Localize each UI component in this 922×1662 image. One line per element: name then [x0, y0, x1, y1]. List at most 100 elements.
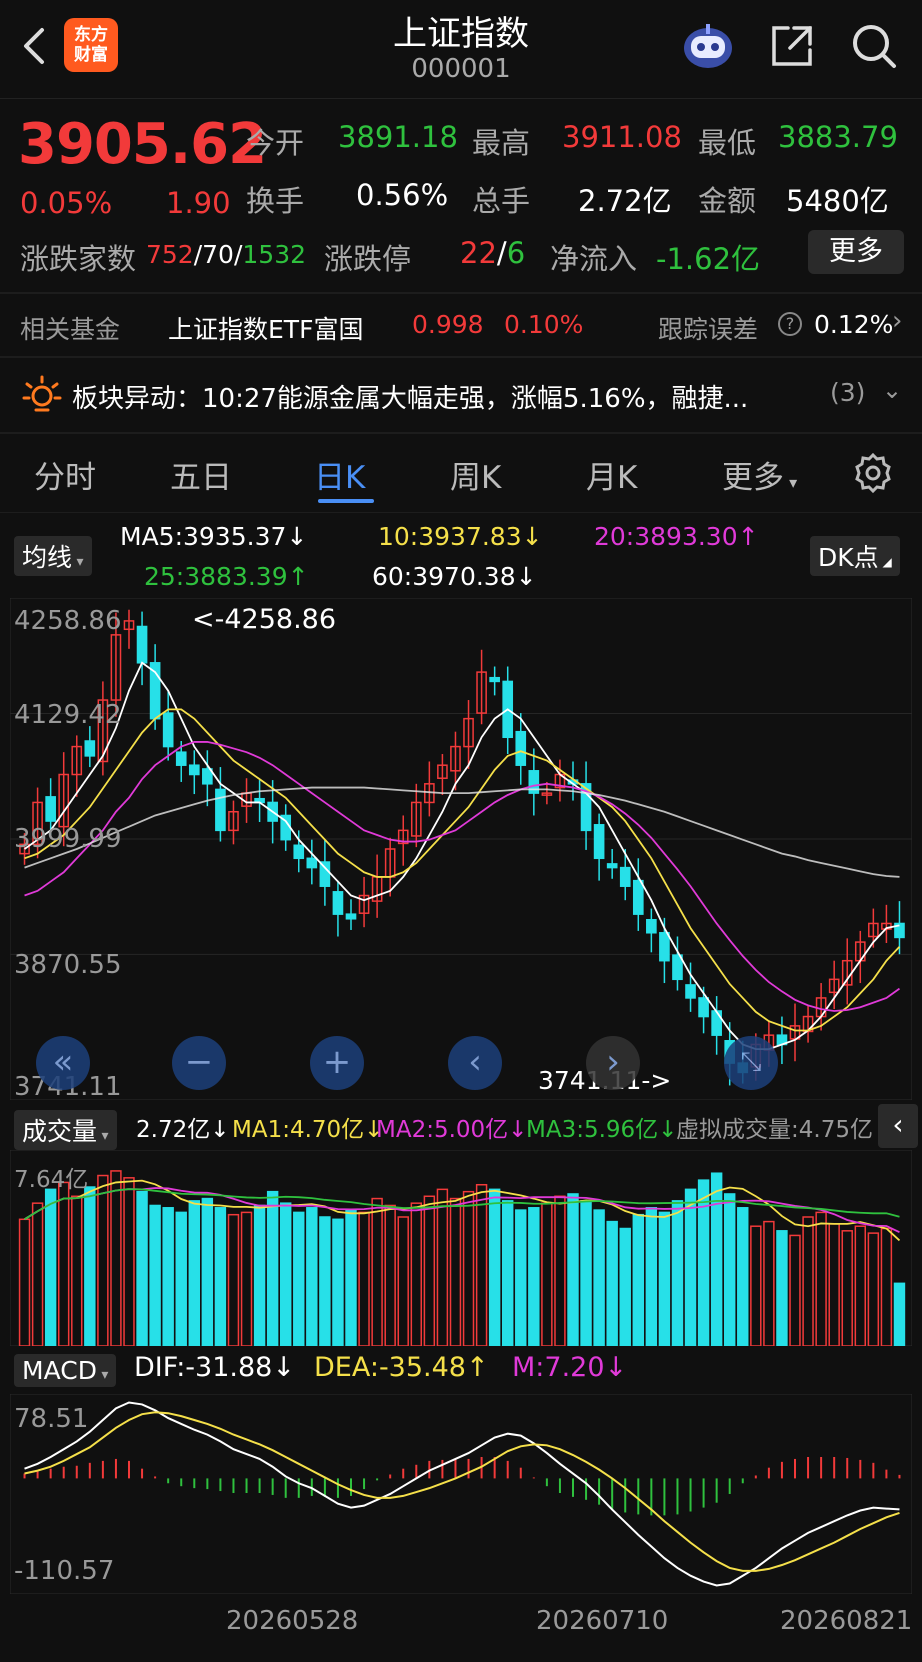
- macd-chart[interactable]: [10, 1394, 912, 1594]
- candlestick-chart[interactable]: [10, 598, 912, 1100]
- volume-bar: [71, 1195, 83, 1346]
- volume-bar: [710, 1172, 723, 1346]
- chevron-right-icon: ›: [892, 306, 903, 336]
- volume-bar: [436, 1188, 449, 1346]
- tab-daily-k[interactable]: 日K: [314, 452, 365, 497]
- scroll-left-fast-icon[interactable]: «: [36, 1036, 90, 1090]
- gear-icon[interactable]: [852, 452, 894, 498]
- volume-bar: [44, 1188, 57, 1346]
- zoom-out-icon[interactable]: −: [172, 1036, 226, 1090]
- dk-point-button[interactable]: DK点 ◢: [810, 536, 900, 576]
- more-quote-button[interactable]: 更多: [808, 230, 904, 274]
- fund-label: 相关基金: [20, 315, 121, 344]
- high-annotation: <-4258.86: [192, 604, 337, 635]
- volume-bar: [488, 1188, 501, 1346]
- scroll-right-icon[interactable]: ›: [586, 1036, 640, 1090]
- scroll-left-icon[interactable]: ‹: [448, 1036, 502, 1090]
- volume-ma3: MA3:5.96亿↓: [526, 1117, 678, 1143]
- collapse-panel-icon[interactable]: ‹: [878, 1104, 918, 1148]
- volume-bar: [306, 1207, 318, 1346]
- volume-bar: [384, 1204, 396, 1346]
- volume-bar: [841, 1230, 853, 1346]
- volume-bar: [410, 1202, 423, 1346]
- low-value: 3883.79: [778, 120, 898, 154]
- volume-bars: [18, 1170, 906, 1346]
- volume-bar: [345, 1209, 357, 1346]
- candle-body: [711, 1010, 722, 1036]
- share-icon[interactable]: [768, 22, 816, 70]
- candle-body: [45, 796, 56, 822]
- tab-monthly-k[interactable]: 月K: [586, 452, 637, 497]
- tab-intraday[interactable]: 分时: [34, 452, 96, 497]
- volume-bar: [893, 1282, 906, 1346]
- candle-body: [136, 625, 148, 664]
- amount-label: 金额: [698, 184, 757, 218]
- limit-down: 6: [506, 236, 526, 270]
- candle-body: [215, 788, 226, 832]
- flat-count: 70: [202, 240, 234, 269]
- volume-bar: [136, 1190, 148, 1346]
- volume-value: 2.72亿: [578, 184, 672, 218]
- ma5-label: MA5:3935.37↓: [120, 522, 308, 551]
- sector-alert-row[interactable]: 板块异动：10:27能源金属大幅走强，涨幅5.16%，融捷... (3) ⌄: [0, 360, 922, 430]
- candle-body: [646, 918, 657, 934]
- volume-selector-label: 成交量: [22, 1117, 98, 1146]
- help-icon[interactable]: ?: [778, 312, 802, 336]
- low-label: 最低: [698, 126, 757, 160]
- macd-histogram: [23, 1456, 901, 1516]
- candle-body: [593, 824, 605, 860]
- candle-body: [698, 997, 709, 1018]
- macd-selector-label: MACD: [22, 1356, 97, 1385]
- price-axis-tick: 4129.42: [14, 700, 122, 730]
- related-fund-row[interactable]: 相关基金 上证指数ETF富国 0.998 0.10% 跟踪误差 ? 0.12% …: [0, 294, 922, 356]
- reset-view-icon[interactable]: ⤡: [724, 1036, 778, 1090]
- fund-name: 上证指数ETF富国: [168, 315, 364, 344]
- volume-bar: [397, 1216, 409, 1346]
- tracking-value: 0.12%: [814, 310, 894, 339]
- change-percent: 0.05%: [20, 186, 113, 220]
- volume-selector[interactable]: 成交量 ▾: [14, 1110, 117, 1150]
- tab-more-label: 更多: [722, 460, 784, 496]
- macd-dea: DEA:-35.48↑: [314, 1352, 489, 1383]
- candle-body: [489, 676, 500, 683]
- volume-bar: [515, 1209, 527, 1346]
- search-icon[interactable]: [850, 22, 898, 70]
- candle-body: [306, 857, 318, 869]
- volume-bar: [423, 1195, 436, 1346]
- volume-bar: [723, 1193, 736, 1346]
- netflow-label: 净流入: [550, 242, 638, 276]
- volume-chart[interactable]: [10, 1150, 912, 1346]
- candle-body: [293, 844, 305, 860]
- ma-selector[interactable]: 均线 ▾: [14, 536, 92, 576]
- tab-five-day[interactable]: 五日: [170, 452, 232, 497]
- volume-bar: [240, 1211, 253, 1346]
- tab-weekly-k[interactable]: 周K: [450, 452, 501, 497]
- candle-body: [188, 764, 200, 776]
- ma-line-ma20: [24, 741, 900, 1012]
- volume-current: 2.72亿↓: [136, 1117, 230, 1143]
- volume-bar: [371, 1197, 383, 1346]
- turnover-value: 0.56%: [356, 178, 449, 212]
- price-grid: [10, 712, 912, 955]
- volume-bar: [750, 1225, 762, 1346]
- ma10-label: 10:3937.83↓: [378, 522, 543, 551]
- alert-count: (3): [830, 378, 866, 407]
- volume-ma1: MA1:4.70亿↓: [232, 1117, 384, 1143]
- volume-bar: [501, 1200, 514, 1346]
- change-value: 1.90: [166, 186, 231, 220]
- robot-assistant-icon[interactable]: [682, 22, 732, 70]
- high-value: 3911.08: [562, 120, 682, 154]
- volume-bar: [541, 1202, 553, 1346]
- zoom-in-icon[interactable]: +: [310, 1036, 364, 1090]
- tab-more[interactable]: 更多 ▾: [722, 452, 797, 497]
- volume-bar: [31, 1202, 44, 1346]
- volume-bar: [201, 1197, 214, 1346]
- volume-bar: [293, 1211, 305, 1346]
- volume-bar: [97, 1174, 109, 1346]
- macd-selector[interactable]: MACD ▾: [14, 1354, 117, 1387]
- volume-bar: [776, 1230, 788, 1346]
- sep: /: [193, 240, 203, 269]
- volume-bar: [815, 1211, 827, 1346]
- current-price: 3905.62: [18, 112, 267, 177]
- volume-bar: [84, 1186, 96, 1346]
